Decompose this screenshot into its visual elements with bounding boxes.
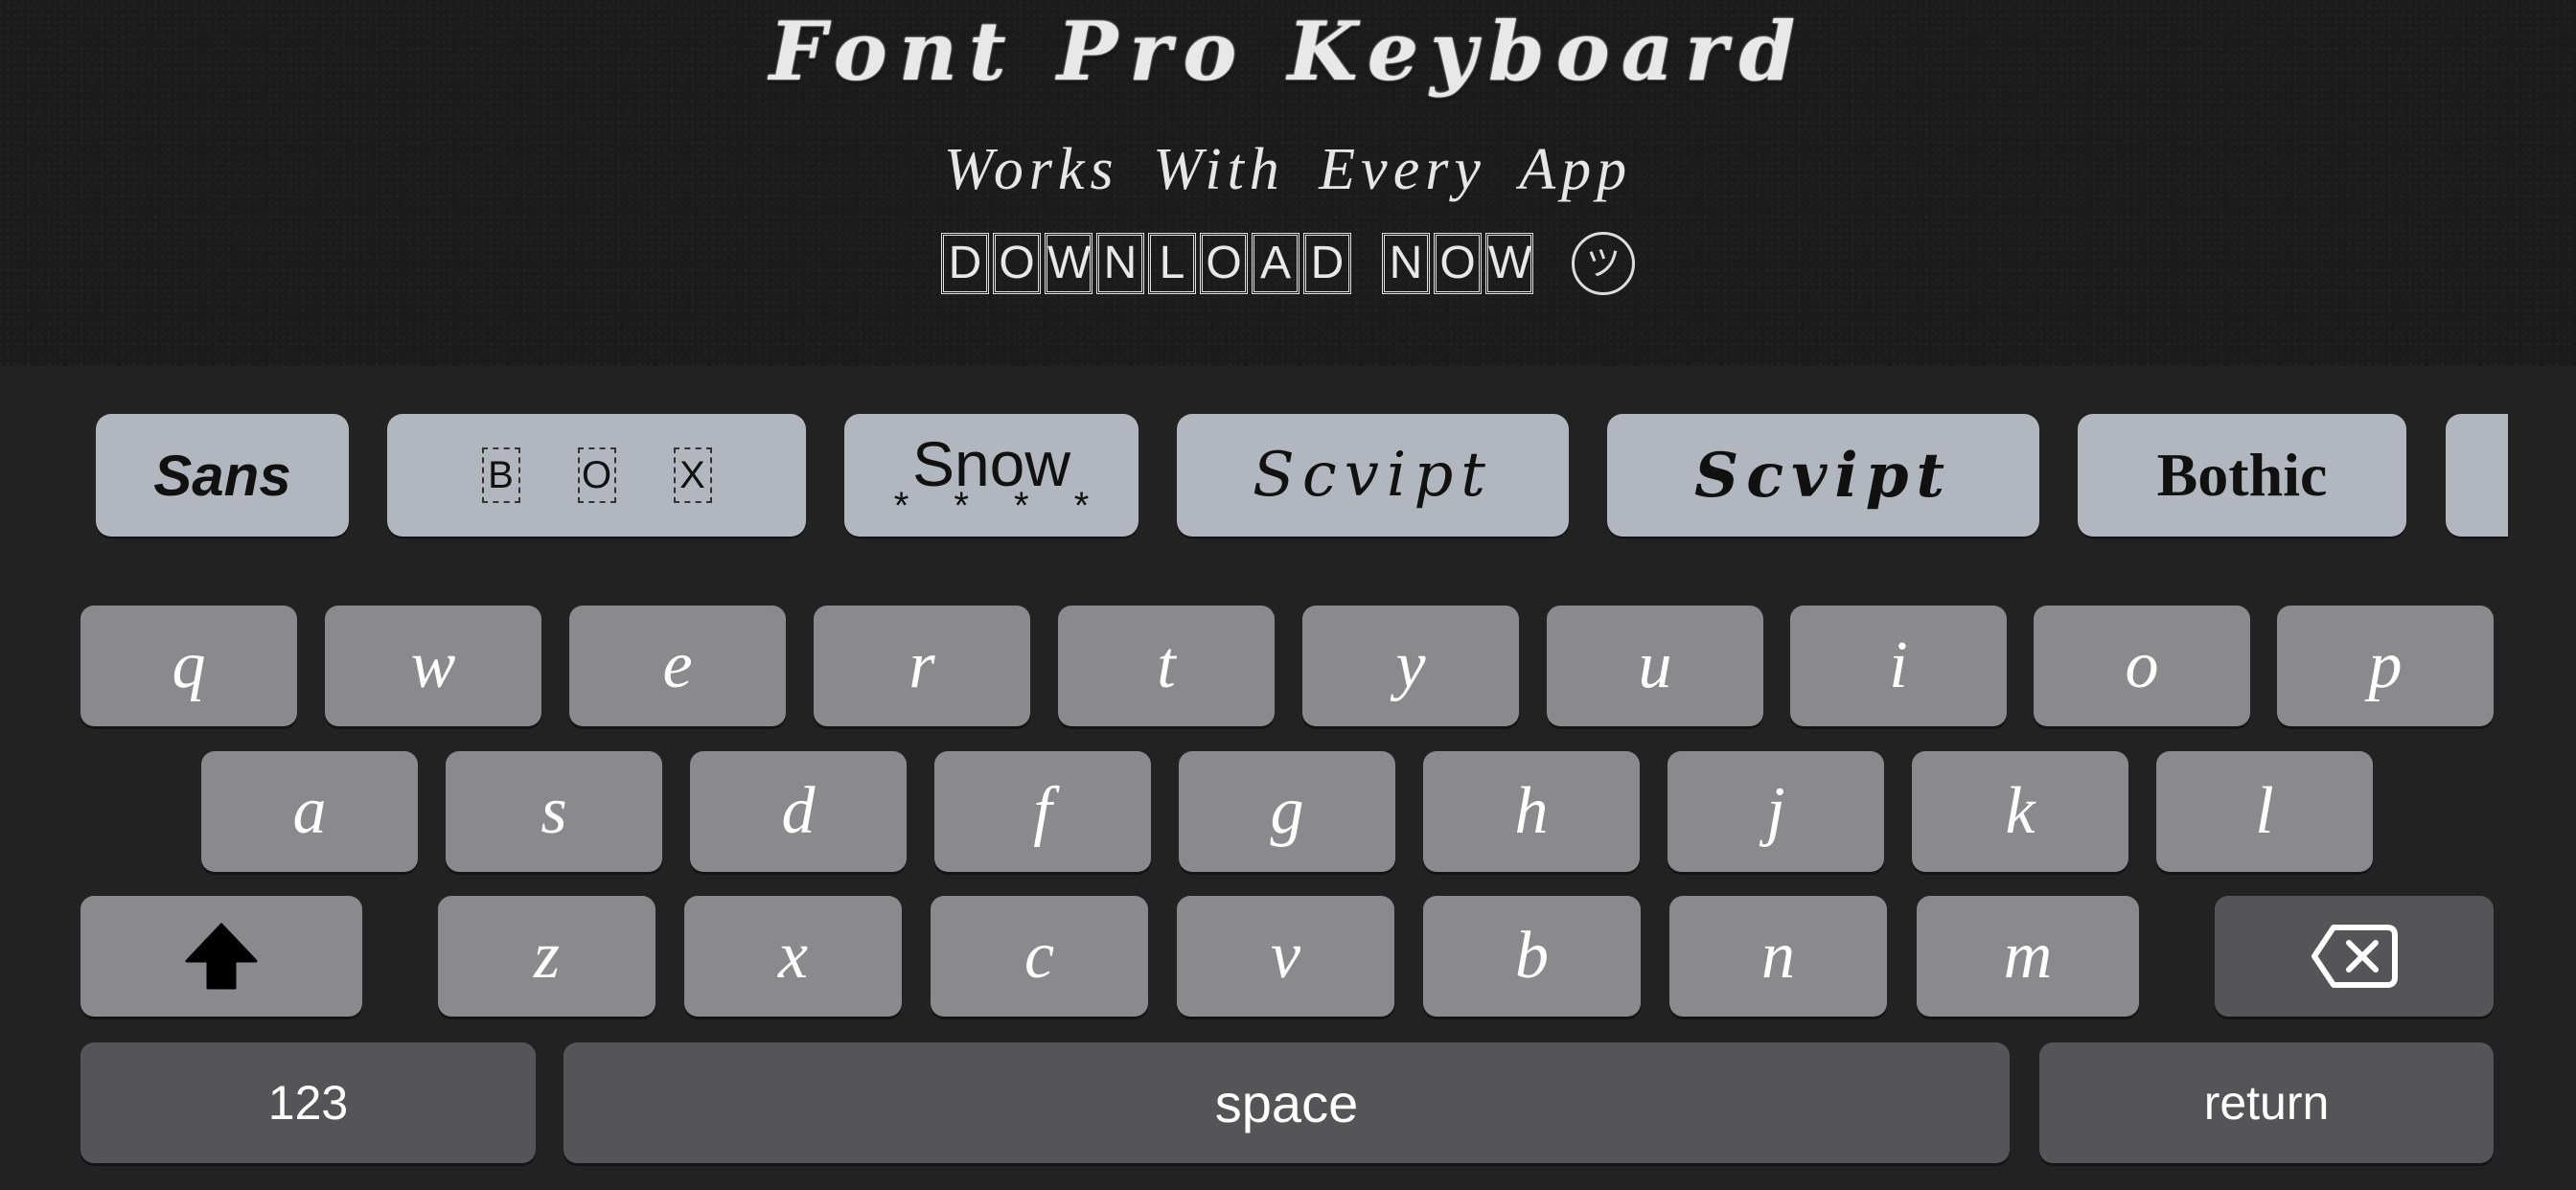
key-k[interactable]: k bbox=[1912, 751, 2128, 872]
cta-letter: O bbox=[1200, 233, 1248, 294]
snow-stars-decoration: * * * * bbox=[893, 485, 1107, 527]
cta-letter: O bbox=[993, 233, 1041, 294]
key-b[interactable]: b bbox=[1423, 896, 1641, 1017]
key-o[interactable]: o bbox=[2034, 606, 2250, 726]
key-l[interactable]: l bbox=[2156, 751, 2373, 872]
return-key[interactable]: return bbox=[2039, 1042, 2494, 1163]
font-chip-box-letter: B bbox=[481, 447, 520, 503]
key-z[interactable]: z bbox=[438, 896, 656, 1017]
font-chip-box[interactable]: B O X bbox=[387, 414, 806, 537]
promo-banner: Font Pro Keyboard Works With Every App D… bbox=[0, 0, 2576, 366]
cta-letter: O bbox=[1434, 233, 1482, 294]
key-d[interactable]: d bbox=[690, 751, 907, 872]
key-u[interactable]: u bbox=[1547, 606, 1763, 726]
key-j[interactable]: j bbox=[1668, 751, 1884, 872]
font-chip-label: Scvipt bbox=[1694, 439, 1952, 512]
cta-letter: W bbox=[1485, 233, 1533, 294]
app-title: Font Pro Keyboard bbox=[769, 4, 1807, 99]
smiley-icon: ツ bbox=[1572, 232, 1635, 295]
key-g[interactable]: g bbox=[1179, 751, 1395, 872]
font-chip-sans[interactable]: Sans bbox=[96, 414, 349, 537]
font-chip-box-letter: O bbox=[577, 447, 616, 503]
key-x[interactable]: x bbox=[684, 896, 902, 1017]
cta-letter: N bbox=[1382, 233, 1430, 294]
key-v[interactable]: v bbox=[1177, 896, 1394, 1017]
shift-key[interactable] bbox=[80, 896, 362, 1017]
key-y[interactable]: y bbox=[1302, 606, 1519, 726]
key-p[interactable]: p bbox=[2277, 606, 2494, 726]
cta-letter: D bbox=[941, 233, 989, 294]
app-subtitle: Works With Every App bbox=[943, 137, 1633, 202]
font-chip-snow[interactable]: Snow * * * * bbox=[844, 414, 1138, 537]
cta-letter: L bbox=[1148, 233, 1196, 294]
space-key[interactable]: space bbox=[564, 1042, 2010, 1163]
key-i[interactable]: i bbox=[1790, 606, 2007, 726]
download-now-banner[interactable]: D O W N L O A D N O W ツ bbox=[0, 230, 2576, 297]
cta-letter: N bbox=[1096, 233, 1144, 294]
key-e[interactable]: e bbox=[569, 606, 786, 726]
key-w[interactable]: w bbox=[325, 606, 541, 726]
numbers-key[interactable]: 123 bbox=[80, 1042, 536, 1163]
shift-arrow-icon bbox=[185, 923, 258, 990]
key-f[interactable]: f bbox=[934, 751, 1151, 872]
key-c[interactable]: c bbox=[931, 896, 1148, 1017]
cta-letter: A bbox=[1252, 233, 1300, 294]
key-a[interactable]: a bbox=[201, 751, 418, 872]
key-n[interactable]: n bbox=[1669, 896, 1887, 1017]
font-chip-script-bold[interactable]: Scvipt bbox=[1607, 414, 2039, 537]
font-chip-label: Scvipt bbox=[1253, 440, 1493, 511]
key-m[interactable]: m bbox=[1917, 896, 2139, 1017]
cta-word-now: N O W bbox=[1382, 233, 1537, 294]
font-chip-box-letter: X bbox=[673, 447, 712, 503]
key-r[interactable]: r bbox=[814, 606, 1030, 726]
cta-letter: W bbox=[1045, 233, 1092, 294]
key-s[interactable]: s bbox=[446, 751, 662, 872]
cta-word-download: D O W N L O A D bbox=[941, 233, 1355, 294]
key-q[interactable]: q bbox=[80, 606, 297, 726]
key-h[interactable]: h bbox=[1423, 751, 1640, 872]
font-chip-label: Bothic bbox=[2156, 441, 2328, 509]
key-t[interactable]: t bbox=[1058, 606, 1275, 726]
font-chip-label: Sans bbox=[153, 443, 291, 508]
font-chip-gothic[interactable]: Bothic bbox=[2078, 414, 2406, 537]
font-chip-script-light[interactable]: Scvipt bbox=[1177, 414, 1569, 537]
cta-letter: D bbox=[1303, 233, 1351, 294]
delete-key[interactable] bbox=[2215, 896, 2494, 1017]
backspace-icon bbox=[2311, 925, 2398, 988]
font-chip-partial[interactable] bbox=[2446, 414, 2508, 537]
